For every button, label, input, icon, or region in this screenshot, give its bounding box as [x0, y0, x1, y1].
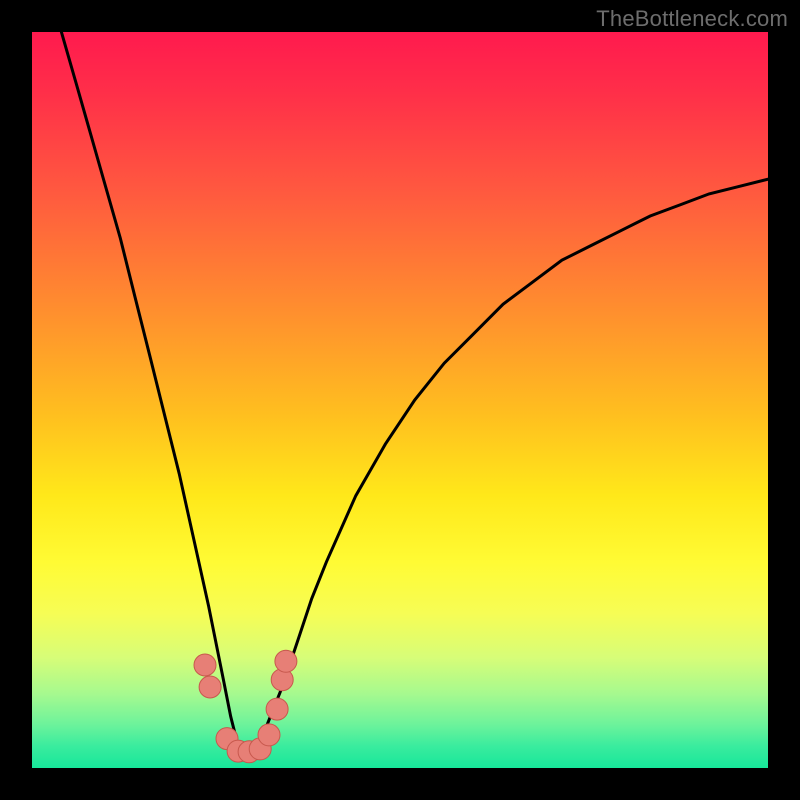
chart-frame: TheBottleneck.com [0, 0, 800, 800]
marker-dot [266, 698, 288, 720]
marker-dot [194, 654, 216, 676]
marker-dot [199, 676, 221, 698]
plot-area [32, 32, 768, 768]
watermark-text: TheBottleneck.com [596, 6, 788, 32]
marker-dot [275, 650, 297, 672]
marker-dot [258, 724, 280, 746]
chart-svg [32, 32, 768, 768]
highlight-markers [194, 650, 297, 763]
bottleneck-curve [61, 32, 768, 753]
